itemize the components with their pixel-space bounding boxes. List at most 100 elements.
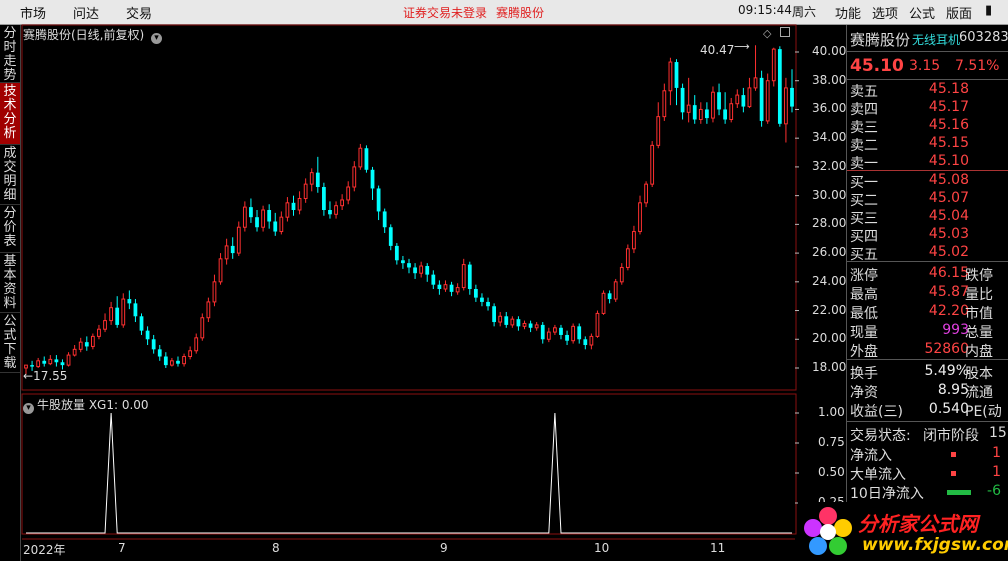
menu-options[interactable]: 选项 (872, 3, 898, 22)
tab-price-table[interactable]: 分价表 (0, 205, 20, 253)
clock-weekday: 周六 (792, 5, 817, 19)
logo-url: www.fxjgsw.com (862, 535, 1008, 555)
candle-body-down (115, 307, 120, 325)
chart-title: 赛腾股份(日线,前复权) (23, 28, 145, 42)
candle-body-down (692, 105, 697, 120)
candle-body-down (401, 260, 405, 264)
candle-body-down (42, 360, 47, 364)
candle-body-up (553, 327, 557, 333)
candle-body-down (467, 264, 472, 289)
candle-series (24, 45, 794, 375)
candle-body-down (559, 327, 563, 335)
ask-row: 卖三 45.16 (847, 117, 1008, 136)
candle-body-up (358, 147, 363, 168)
tab-trade-detail[interactable]: 成交明细 (0, 145, 20, 205)
candle-body-down (577, 326, 582, 340)
stat-row-2: 换手 5.49% 股本 (847, 363, 1008, 382)
menu-trade[interactable]: 交易 (126, 3, 152, 22)
row-value: 46.15 (928, 265, 969, 281)
candle-body-up (97, 328, 101, 337)
candle-body-down (705, 109, 709, 119)
login-status: 证券交易未登录 (403, 6, 488, 20)
tab-basic-info[interactable]: 基本资料 (0, 253, 20, 313)
candle-body-down (315, 172, 320, 188)
panel-toggle-icon[interactable] (780, 27, 790, 37)
menu-market[interactable]: 市场 (20, 3, 46, 22)
candle-body-up (78, 341, 83, 350)
menu-function[interactable]: 功能 (835, 3, 861, 22)
candle-body-up (236, 226, 241, 254)
candle-body-up (771, 48, 776, 82)
candle-body-down (565, 334, 569, 341)
candle-body-up (36, 360, 41, 368)
date-label-oct: 10 (594, 541, 610, 555)
current-stock-name: 赛腾股份 (496, 6, 545, 20)
row-label-2: PE(动 (965, 404, 1002, 420)
candle-body-down (60, 362, 65, 366)
stat-row: 现量 993 总量 (847, 322, 1008, 341)
candle-body-up (625, 248, 630, 268)
row-value: 45.02 (928, 244, 969, 260)
row-value: 45.15 (928, 135, 969, 151)
stat-row-2: 收益(三) 0.540 PE(动 (847, 401, 1008, 420)
row-label: 卖三 (850, 120, 878, 136)
quote-concept-tag[interactable]: 无线耳机 (912, 31, 960, 48)
candle-body-down (486, 301, 490, 307)
candle-body-down (431, 274, 436, 285)
candle-body-down (717, 92, 721, 110)
candle-body-up (729, 103, 734, 121)
candle-body-down (84, 342, 89, 347)
ask-row: 卖二 45.15 (847, 135, 1008, 154)
flow-label: 大单流入 (850, 467, 906, 483)
date-label-year: 2022年 (23, 543, 66, 557)
candle-body-down (394, 245, 399, 261)
menu-formula[interactable]: 公式 (909, 3, 935, 22)
row-label: 卖四 (850, 102, 878, 118)
ask-row: 卖一 45.10 (847, 153, 1008, 172)
menu-wenda[interactable]: 问达 (73, 3, 99, 22)
candle-body-down (30, 365, 34, 367)
candle-body-up (218, 258, 223, 283)
tab-intraday[interactable]: 分时走势 (0, 25, 20, 83)
quote-stock-code: 603283 (959, 30, 1008, 45)
row-value: 45.16 (928, 117, 969, 133)
trade-state-num: 15 (989, 425, 1007, 441)
menu-more-icon[interactable]: ▮ (985, 3, 992, 18)
candle-body-up (656, 116, 661, 146)
stat-row: 最低 42.20 市值 (847, 303, 1008, 322)
stat-row: 最高 45.87 量比 (847, 284, 1008, 303)
indicator-dropdown-icon[interactable]: ▾ (23, 403, 34, 414)
row-label: 最低 (850, 306, 878, 322)
candle-body-down (540, 324, 545, 340)
candle-body-up (765, 80, 770, 122)
indicator-title: 牛股放量 XG1: 0.00 (37, 398, 149, 412)
candle-body-up (121, 298, 126, 326)
candle-body-up (589, 335, 594, 346)
date-label-nov: 11 (710, 541, 726, 555)
flow-bar (951, 452, 956, 457)
flow-value: 1 (992, 464, 1001, 480)
price-tick-label: 38.00 (812, 72, 847, 87)
tab-technical[interactable]: 技术分析 (0, 83, 20, 145)
flow-value: 1 (992, 445, 1001, 461)
row-label-2: 内盘 (965, 344, 993, 360)
candle-body-down (480, 297, 484, 302)
date-label-jul: 7 (118, 541, 126, 555)
candle-body-up (24, 364, 28, 369)
row-value: 45.03 (928, 226, 969, 242)
menu-layout[interactable]: 版面 (946, 3, 972, 22)
row-label: 卖五 (850, 84, 878, 100)
clock-time: 09:15:44 (738, 3, 792, 17)
row-label-2: 市值 (965, 306, 993, 322)
tab-formula-download[interactable]: 公式下载 (0, 313, 20, 373)
candle-body-up (352, 166, 357, 188)
candle-body-up (109, 307, 113, 322)
chart-grid (21, 24, 799, 540)
dropdown-icon[interactable]: ▾ (151, 33, 163, 44)
candle-body-down (376, 188, 381, 212)
bid-row: 买五 45.02 (847, 244, 1008, 263)
diamond-icon[interactable]: ◇ (763, 27, 771, 40)
candle-body-down (382, 211, 387, 228)
candle-body-down (176, 360, 180, 364)
candle-body-up (461, 264, 466, 289)
